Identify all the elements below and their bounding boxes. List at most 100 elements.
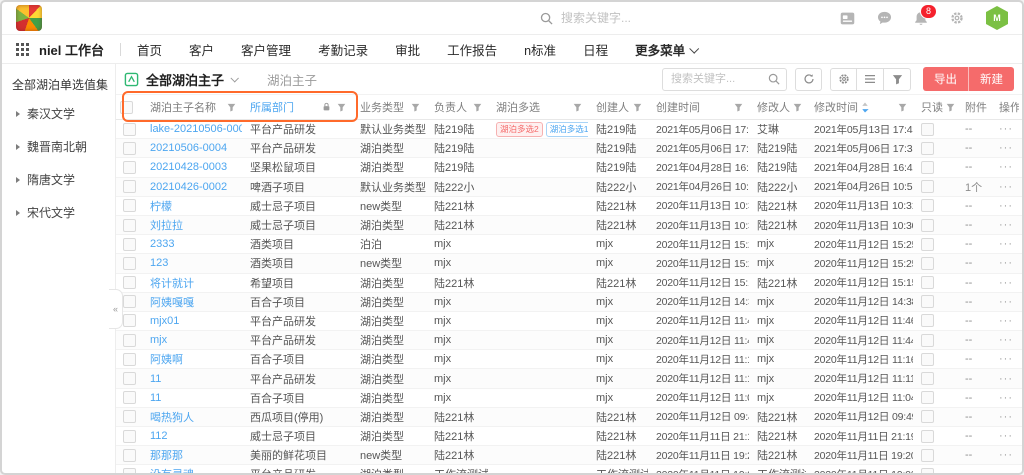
checkbox[interactable]: [123, 257, 136, 270]
row-actions-button[interactable]: ···: [991, 312, 1019, 330]
table-row[interactable]: mjx 平台产品研发 湖泊类型 mjx mjx 2020年11月12日 11:4…: [116, 331, 1022, 350]
cell-readonly[interactable]: [913, 465, 961, 473]
table-row[interactable]: 将计就计 希望项目 湖泊类型 陆221林 陆221林 2020年11月12日 1…: [116, 274, 1022, 293]
cell-readonly[interactable]: [913, 120, 961, 138]
checkbox[interactable]: [123, 238, 136, 251]
global-search-input[interactable]: [559, 10, 713, 26]
row-actions-button[interactable]: ···: [991, 197, 1019, 215]
filter-icon[interactable]: [898, 103, 907, 112]
export-button[interactable]: 导出: [923, 67, 969, 91]
row-select[interactable]: [116, 178, 142, 196]
checkbox[interactable]: [921, 238, 934, 251]
column-header[interactable]: 湖泊多选: [488, 95, 588, 119]
checkbox[interactable]: [123, 314, 136, 327]
table-row[interactable]: mjx01 平台产品研发 湖泊类型 mjx mjx 2020年11月12日 11…: [116, 312, 1022, 331]
cell-readonly[interactable]: [913, 254, 961, 272]
row-actions-button[interactable]: ···: [991, 369, 1019, 387]
column-header[interactable]: 修改时间: [806, 95, 913, 119]
nav-item-approval[interactable]: 审批: [395, 40, 420, 59]
row-name-link[interactable]: mjx01: [142, 312, 242, 330]
row-actions-button[interactable]: ···: [991, 331, 1019, 349]
filter-icon[interactable]: [734, 103, 743, 112]
nav-item-customer[interactable]: 客户: [189, 40, 214, 59]
cell-readonly[interactable]: [913, 427, 961, 445]
column-config-button[interactable]: [857, 68, 884, 91]
select-all-checkbox[interactable]: [116, 95, 142, 119]
row-select[interactable]: [116, 254, 142, 272]
row-actions-button[interactable]: ···: [991, 274, 1019, 292]
sidebar-item-suitang[interactable]: 隋唐文学: [16, 171, 115, 188]
cell-readonly[interactable]: [913, 274, 961, 292]
table-row[interactable]: 112 威士忌子项目 湖泊类型 陆221林 陆221林 2020年11月11日 …: [116, 427, 1022, 446]
row-select[interactable]: [116, 139, 142, 157]
filter-icon[interactable]: [633, 103, 642, 112]
workspace-title[interactable]: niel 工作台: [39, 40, 104, 59]
column-header[interactable]: 只读: [913, 95, 961, 119]
row-name-link[interactable]: 没有灵魂: [142, 465, 242, 473]
checkbox[interactable]: [921, 314, 934, 327]
checkbox[interactable]: [921, 199, 934, 212]
cell-readonly[interactable]: [913, 158, 961, 176]
table-row[interactable]: 11 百合子项目 湖泊类型 mjx mjx 2020年11月12日 11:04 …: [116, 389, 1022, 408]
column-header[interactable]: 业务类型: [352, 95, 426, 119]
table-settings-button[interactable]: [830, 68, 857, 91]
messages-icon[interactable]: [877, 11, 892, 25]
cell-readonly[interactable]: [913, 446, 961, 464]
settings-gear-icon[interactable]: [950, 11, 964, 25]
app-logo[interactable]: [16, 5, 42, 31]
row-select[interactable]: [116, 427, 142, 445]
checkbox[interactable]: [123, 430, 136, 443]
cell-readonly[interactable]: [913, 197, 961, 215]
checkbox[interactable]: [123, 410, 136, 423]
column-header[interactable]: 修改人: [749, 95, 806, 119]
checkbox[interactable]: [123, 180, 136, 193]
row-name-link[interactable]: 20210428-0003: [142, 158, 242, 176]
filter-icon[interactable]: [227, 103, 236, 112]
row-select[interactable]: [116, 216, 142, 234]
row-name-link[interactable]: 11: [142, 369, 242, 387]
cell-readonly[interactable]: [913, 408, 961, 426]
checkbox[interactable]: [123, 123, 136, 136]
row-actions-button[interactable]: ···: [991, 446, 1019, 464]
cell-readonly[interactable]: [913, 331, 961, 349]
cell-readonly[interactable]: [913, 312, 961, 330]
checkbox[interactable]: [921, 123, 934, 136]
filter-panel-button[interactable]: [884, 68, 911, 91]
row-name-link[interactable]: 阿姨嘎嘎: [142, 293, 242, 311]
checkbox[interactable]: [921, 295, 934, 308]
row-select[interactable]: [116, 350, 142, 368]
filter-icon[interactable]: [473, 103, 482, 112]
row-actions-button[interactable]: ···: [991, 235, 1019, 253]
create-button[interactable]: 新建: [969, 67, 1014, 91]
filter-icon[interactable]: [411, 103, 420, 112]
cell-readonly[interactable]: [913, 389, 961, 407]
view-title[interactable]: 全部湖泊主子: [146, 70, 224, 89]
cell-readonly[interactable]: [913, 369, 961, 387]
table-row[interactable]: 20210428-0003 坚果松鼠项目 湖泊类型 陆219陆 陆219陆 20…: [116, 158, 1022, 177]
checkbox[interactable]: [123, 295, 136, 308]
row-select[interactable]: [116, 389, 142, 407]
cell-readonly[interactable]: [913, 139, 961, 157]
column-header[interactable]: 附件: [961, 95, 991, 119]
column-header[interactable]: 创建人: [588, 95, 648, 119]
checkbox[interactable]: [123, 353, 136, 366]
checkbox[interactable]: [921, 257, 934, 270]
checkbox[interactable]: [123, 142, 136, 155]
checkbox[interactable]: [123, 334, 136, 347]
row-name-link[interactable]: 20210426-0002: [142, 178, 242, 196]
filter-icon[interactable]: [573, 103, 582, 112]
table-row[interactable]: 11 平台产品研发 湖泊类型 mjx mjx 2020年11月12日 11:11…: [116, 369, 1022, 388]
row-actions-button[interactable]: ···: [991, 178, 1019, 196]
table-search[interactable]: [662, 68, 787, 91]
checkbox[interactable]: [921, 353, 934, 366]
nav-item-schedule[interactable]: 日程: [583, 40, 608, 59]
row-actions-button[interactable]: ···: [991, 408, 1019, 426]
sidebar-item-songdai[interactable]: 宋代文学: [16, 204, 115, 221]
filter-icon[interactable]: [793, 103, 802, 112]
chevron-down-icon[interactable]: [230, 74, 238, 82]
refresh-button[interactable]: [795, 68, 822, 91]
apps-grid-icon[interactable]: [16, 43, 29, 56]
row-name-link[interactable]: 20210506-0004: [142, 139, 242, 157]
checkbox[interactable]: [123, 199, 136, 212]
nav-item-work-report[interactable]: 工作报告: [447, 40, 497, 59]
